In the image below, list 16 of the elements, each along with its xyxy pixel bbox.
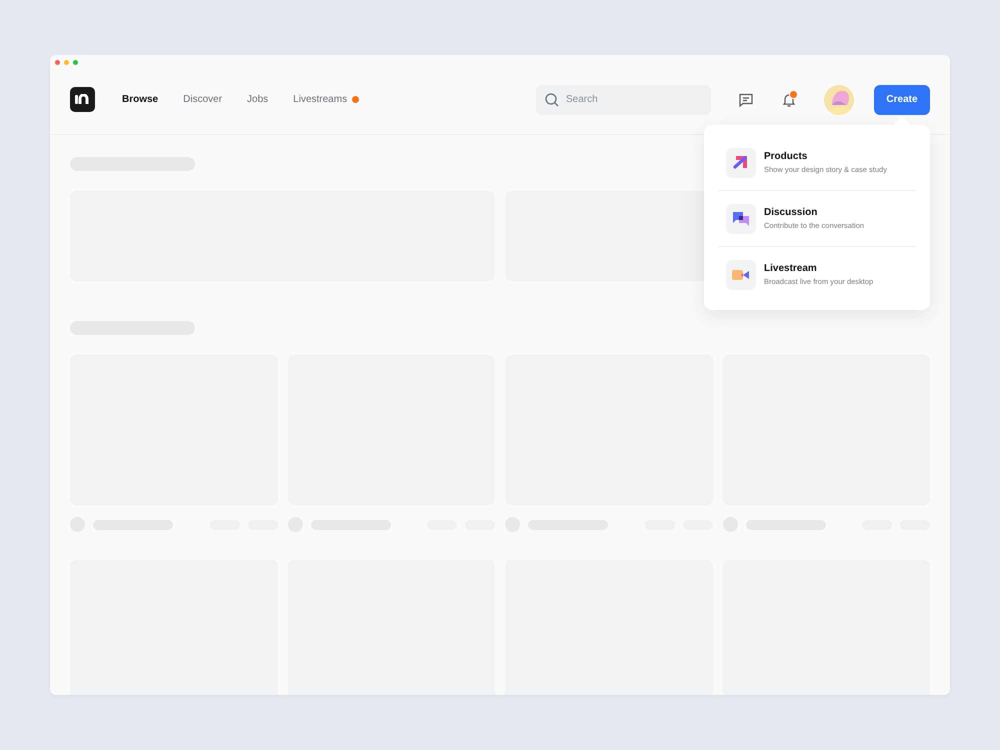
- menu-item-title: Products: [764, 151, 808, 162]
- notifications-button[interactable]: [781, 92, 797, 108]
- logo-icon[interactable]: [70, 87, 95, 112]
- search-icon: [545, 92, 559, 106]
- menu-item-title: Livestream: [764, 263, 818, 274]
- search-field[interactable]: Search: [536, 84, 711, 114]
- nav-link[interactable]: Discover: [183, 94, 222, 105]
- nav-link[interactable]: Browse: [122, 94, 158, 105]
- nav-link[interactable]: Livestreams: [293, 94, 360, 105]
- chat-bubbles-icon: [732, 210, 750, 228]
- create-button[interactable]: Create: [874, 84, 930, 114]
- arrow-icon: [732, 154, 750, 171]
- nav-link[interactable]: Jobs: [247, 94, 268, 105]
- messages-button[interactable]: [738, 92, 754, 108]
- menu-item-title: Discussion: [764, 207, 818, 218]
- video-camera-icon: [732, 268, 750, 282]
